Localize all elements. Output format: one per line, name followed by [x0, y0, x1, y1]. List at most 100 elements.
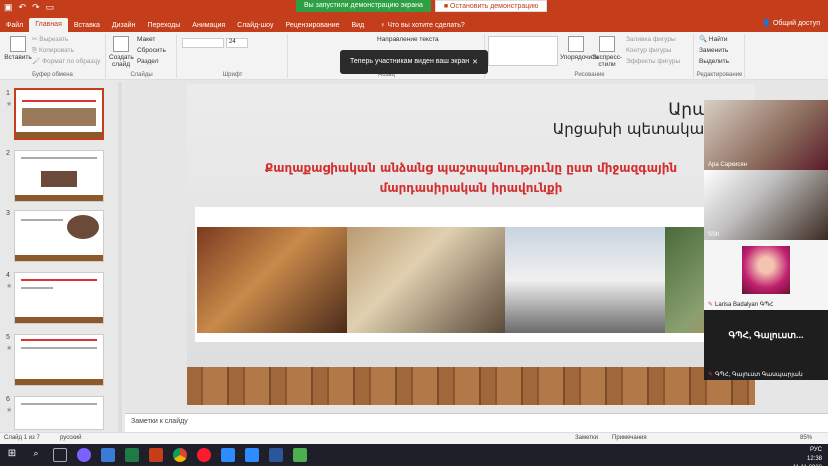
select-button[interactable]: Выделить [699, 56, 729, 67]
zoom-slider[interactable] [660, 435, 780, 441]
tell-me-input[interactable]: ♀ Что вы хотите сделать? [380, 22, 465, 29]
close-icon[interactable]: ✕ [472, 58, 478, 66]
slide-thumb-2[interactable] [14, 150, 104, 202]
replace-button[interactable]: Заменить [699, 45, 729, 56]
shape-fill-button[interactable]: Заливка фигуры [626, 34, 680, 45]
app-icon[interactable] [293, 448, 307, 462]
tab-slideshow[interactable]: Слайд-шоу [231, 21, 279, 30]
quick-styles-icon [599, 36, 615, 52]
section-label: Раздел [137, 58, 159, 65]
language-indicator[interactable]: русский [60, 435, 82, 441]
thumb-wood [16, 132, 102, 138]
powerpoint-icon[interactable] [149, 448, 163, 462]
video-tile[interactable]: ✎ ԳՊՀ, Գալուստ Գասպարյան [704, 360, 828, 380]
stop-sharing-button[interactable]: Остановить демонстрацию [434, 0, 548, 12]
mic-muted-icon: ✎ [708, 372, 714, 378]
notes-toggle[interactable]: Заметки [575, 435, 598, 441]
tab-animations[interactable]: Анимация [186, 21, 231, 30]
excel-icon[interactable] [125, 448, 139, 462]
zoom-level[interactable]: 85% [800, 435, 812, 441]
text-direction-button[interactable]: Направление текста [377, 34, 439, 45]
find-button[interactable]: 🔍 Найти [699, 34, 729, 45]
save-icon[interactable]: ▣ [4, 2, 13, 13]
tab-insert[interactable]: Вставка [68, 21, 106, 30]
file-explorer-icon[interactable] [101, 448, 115, 462]
thumb-text [21, 339, 97, 341]
shape-outline-button[interactable]: Контур фигуры [626, 45, 680, 56]
font-name-input[interactable] [182, 38, 224, 48]
copy-button[interactable]: ⎘ Копировать [32, 45, 100, 56]
slide-thumb-3[interactable] [14, 210, 104, 262]
slide-thumb-6[interactable] [14, 396, 104, 430]
layout-button[interactable]: Макет [137, 34, 166, 45]
video-tile[interactable]: SSh [704, 170, 828, 240]
tab-home[interactable]: Главная [29, 18, 68, 32]
word-icon[interactable] [269, 448, 283, 462]
windows-start-icon[interactable]: ⊞ [5, 448, 19, 462]
share-label: Общий доступ [772, 20, 820, 27]
slide-thumb-1[interactable] [14, 88, 104, 140]
slide-heading: Քաղաքացիական անձանց պաշտպանությունը ըստ … [187, 158, 755, 198]
format-painter-button[interactable]: 🖌 Формат по образцу [32, 56, 100, 67]
thumb-text [21, 403, 97, 405]
participant-name: ✎ Larisa Badalyan ԳՊՀ [708, 301, 773, 308]
video-tile[interactable]: Ара Саркисян [704, 100, 828, 170]
thumb-image [67, 215, 99, 239]
screen-share-bar: Вы запустили демонстрацию экрана Останов… [296, 0, 548, 12]
thumb-number: 4 [6, 272, 10, 279]
notes-pane[interactable]: Заметки к слайду [125, 413, 828, 432]
editing-group: 🔍 Найти Заменить Выделить Редактирование [695, 34, 745, 78]
opera-icon[interactable] [197, 448, 211, 462]
undo-icon[interactable]: ↶ [19, 2, 27, 13]
new-slide-icon [113, 36, 129, 52]
current-slide[interactable]: Արա Սարգ Արցախի պետական համալսա Քաղաքացի… [187, 84, 755, 405]
transition-icon: ★ [6, 407, 13, 414]
tell-me-label: Что вы хотите сделать? [387, 21, 465, 29]
slide-thumb-4[interactable] [14, 272, 104, 324]
tab-review[interactable]: Рецензирование [279, 21, 345, 30]
participant-name: ✎ ԳՊՀ, Գալուստ Գասպարյան [708, 371, 803, 378]
present-icon[interactable]: ▭ [46, 2, 55, 13]
video-tile[interactable]: ԳՊՀ, Գալուստ... [704, 310, 828, 360]
section-button[interactable]: Раздел [137, 56, 166, 67]
redo-icon[interactable]: ↷ [32, 2, 40, 13]
thumb-image [22, 108, 96, 126]
share-notification-text: Теперь участникам виден ваш экран [350, 58, 470, 65]
font-size-input[interactable]: 24 [226, 38, 248, 48]
zoom-icon[interactable] [221, 448, 235, 462]
tab-view[interactable]: Вид [346, 21, 371, 30]
tab-design[interactable]: Дизайн [106, 21, 142, 30]
thumbnails-scrollbar[interactable] [118, 82, 122, 432]
new-slide-button[interactable]: Создать слайд [109, 36, 134, 68]
share-button[interactable]: 👤 Общий доступ [762, 19, 820, 27]
app-icon[interactable] [77, 448, 91, 462]
video-tile[interactable]: ✎ Larisa Badalyan ԳՊՀ [704, 240, 828, 310]
cut-label: Вырезать [39, 36, 69, 43]
tab-transitions[interactable]: Переходы [141, 21, 186, 30]
paste-button[interactable]: Вставить [4, 36, 32, 61]
slide-thumb-5[interactable] [14, 334, 104, 386]
select-label: Выделить [699, 58, 729, 65]
zoom-meeting-icon[interactable] [245, 448, 259, 462]
new-slide-label: Создать слайд [109, 54, 134, 68]
slide-thumbnails-pane: 1 ★ 2 3 4 ★ 5 ★ 6 ★ [0, 80, 125, 432]
language-indicator[interactable]: РУС [810, 447, 822, 453]
task-view-icon[interactable] [53, 448, 67, 462]
arrange-button[interactable]: Упорядочить [560, 36, 599, 61]
search-icon[interactable]: ⌕ [29, 448, 43, 462]
comments-toggle[interactable]: Примечания [612, 435, 647, 441]
thumb-number: 1 [6, 90, 10, 97]
editing-label: Редактирование [696, 72, 743, 78]
shape-effects-button[interactable]: Эффекты фигуры [626, 56, 680, 67]
quick-styles-button[interactable]: Экспресс-стили [590, 36, 624, 68]
reset-button[interactable]: Сбросить [137, 45, 166, 56]
taskbar: ⊞ ⌕ РУС 12:38 11.11.2022 [0, 444, 828, 471]
participant-name: SSh [708, 232, 720, 238]
status-bar: Слайд 1 из 7 русский Заметки Примечания … [0, 432, 828, 444]
chrome-icon[interactable] [173, 448, 187, 462]
ribbon-tabs: Файл Главная Вставка Дизайн Переходы Ани… [0, 18, 465, 32]
replace-label: Заменить [699, 47, 729, 54]
cut-button[interactable]: ✂ Вырезать [32, 34, 100, 45]
tab-file[interactable]: Файл [0, 21, 29, 30]
shapes-gallery[interactable] [488, 36, 558, 66]
